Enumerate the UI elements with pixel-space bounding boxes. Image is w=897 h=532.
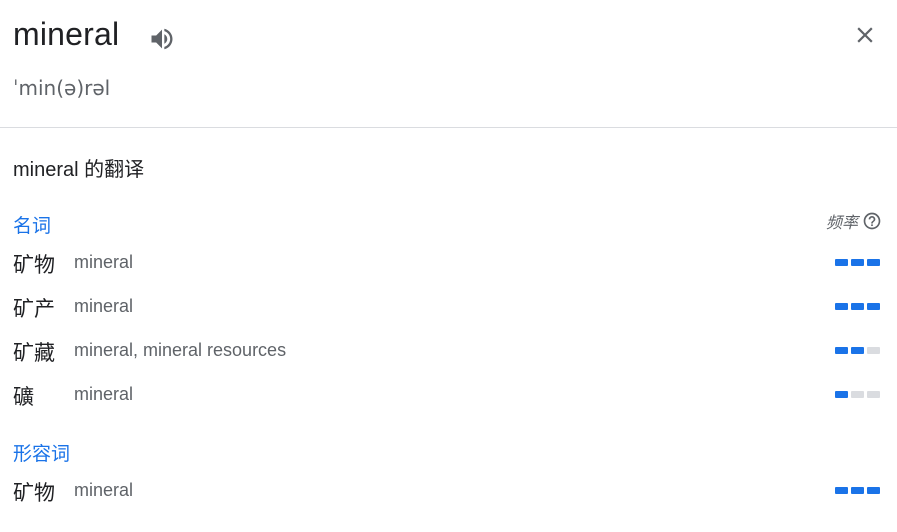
translation-row[interactable]: 矿产 mineral	[13, 293, 882, 323]
translation-row[interactable]: 矿藏 mineral, mineral resources	[13, 337, 882, 367]
part-of-speech-adjective: 形容词	[13, 444, 71, 465]
phonetic-transcription: ˈmin(ə)rəl	[13, 76, 111, 100]
translation-term: 矿藏	[13, 342, 55, 365]
frequency-bar	[867, 303, 880, 310]
translation-term: 礦	[13, 386, 34, 409]
close-icon[interactable]	[852, 22, 878, 48]
translation-term: 矿产	[13, 298, 55, 321]
translation-row[interactable]: 矿物 mineral	[13, 477, 882, 507]
dictionary-header: mineral ˈmin(ə)rəl	[0, 0, 897, 128]
translation-term: 矿物	[13, 254, 55, 277]
frequency-header: 频率	[826, 209, 882, 233]
frequency-bar	[835, 259, 848, 266]
headword: mineral	[13, 16, 120, 52]
frequency-bar	[867, 391, 880, 398]
frequency-indicator	[835, 487, 880, 494]
translation-row[interactable]: 礦 mineral	[13, 381, 882, 411]
frequency-bar	[867, 347, 880, 354]
volume-up-icon[interactable]	[148, 25, 176, 53]
back-translations: mineral, mineral resources	[74, 340, 287, 360]
back-translations: mineral	[74, 296, 134, 316]
frequency-bar	[867, 259, 880, 266]
frequency-bar	[851, 303, 864, 310]
frequency-indicator	[835, 347, 880, 354]
frequency-indicator	[835, 259, 880, 266]
frequency-bar	[835, 303, 848, 310]
frequency-bar	[851, 259, 864, 266]
back-translations: mineral	[74, 252, 134, 272]
frequency-bar	[835, 487, 848, 494]
translations-title: mineral 的翻译	[13, 159, 145, 181]
help-circle-icon[interactable]	[862, 211, 882, 231]
frequency-indicator	[835, 391, 880, 398]
part-of-speech-noun: 名词	[13, 216, 52, 237]
frequency-bar	[851, 487, 864, 494]
back-translations: mineral	[74, 480, 134, 500]
frequency-indicator	[835, 303, 880, 310]
back-translations: mineral	[74, 384, 134, 404]
frequency-bar	[851, 391, 864, 398]
translation-row[interactable]: 矿物 mineral	[13, 249, 882, 279]
frequency-bar	[835, 347, 848, 354]
frequency-bar	[835, 391, 848, 398]
frequency-bar	[851, 347, 864, 354]
translation-term: 矿物	[13, 482, 55, 505]
frequency-bar	[867, 487, 880, 494]
frequency-label: 频率	[825, 215, 858, 232]
